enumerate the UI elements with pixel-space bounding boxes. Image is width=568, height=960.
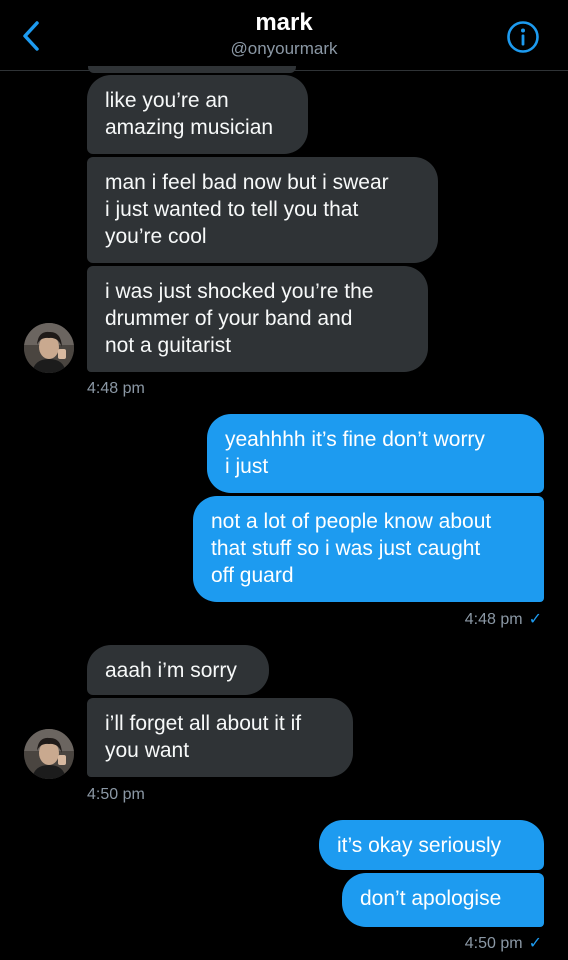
avatar[interactable] [24, 323, 74, 373]
conversation-header: mark @onyourmark [0, 0, 568, 71]
sent-message-bubble[interactable]: yeahhhh it’s fine don’t worry i just [207, 414, 544, 493]
conversation-name: mark [255, 9, 313, 36]
message-timestamp: 4:50 pm [464, 935, 523, 952]
message-timestamp: 4:48 pm [87, 380, 145, 397]
message-timestamp-row: 4:50 pm ✓ [465, 934, 542, 954]
info-button[interactable] [506, 20, 540, 54]
conversation-title-block[interactable]: mark @onyourmark [0, 8, 568, 60]
sent-message-bubble[interactable]: not a lot of people know about that stuf… [193, 496, 544, 602]
received-message-bubble[interactable]: i was just shocked you’re the drummer of… [87, 266, 428, 372]
received-message-bubble[interactable]: man i feel bad now but i swear i just wa… [87, 157, 438, 263]
message-timestamp-row: 4:48 pm ✓ [465, 610, 542, 630]
read-check-icon: ✓ [528, 611, 542, 628]
avatar-image [24, 729, 74, 779]
avatar-image [24, 323, 74, 373]
read-check-icon: ✓ [528, 935, 542, 952]
received-message-bubble[interactable]: like you’re an amazing musician [87, 75, 308, 154]
received-message-bubble[interactable]: aaah i’m sorry [87, 645, 269, 695]
conversation-handle: @onyourmark [230, 39, 338, 58]
message-timestamp: 4:50 pm [87, 786, 145, 803]
avatar[interactable] [24, 729, 74, 779]
partial-message-bubble [88, 66, 296, 73]
message-timestamp: 4:48 pm [464, 611, 523, 628]
info-circle-icon [507, 21, 539, 53]
sent-message-bubble[interactable]: it’s okay seriously [319, 820, 544, 870]
sent-message-bubble[interactable]: don’t apologise [342, 873, 544, 927]
received-message-bubble[interactable]: i’ll forget all about it if you want [87, 698, 353, 777]
